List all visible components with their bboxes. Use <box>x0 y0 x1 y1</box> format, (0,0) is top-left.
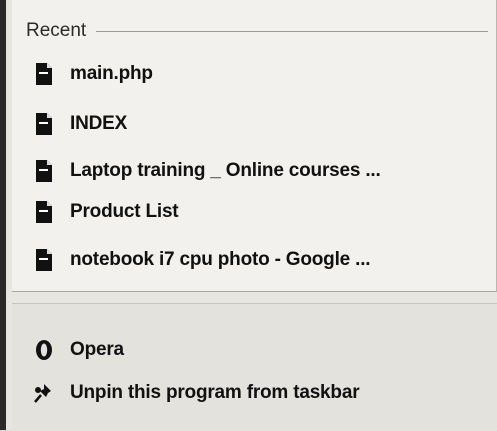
recent-item-index[interactable]: INDEX <box>32 108 127 140</box>
document-icon <box>32 248 56 272</box>
recent-pane: Recent main.php INDEX Laptop training _ … <box>12 0 497 292</box>
opera-label: Opera <box>70 339 124 360</box>
recent-item-label: Laptop training _ Online courses ... <box>70 160 381 181</box>
open-opera-item[interactable]: Opera <box>32 334 124 366</box>
recent-item-notebook-photo[interactable]: notebook i7 cpu photo - Google ... <box>32 244 371 276</box>
recent-header-label: Recent <box>26 20 87 41</box>
recent-section-header: Recent <box>26 18 488 44</box>
recent-item-label: Product List <box>70 201 179 222</box>
document-icon <box>32 112 56 136</box>
recent-item-label: INDEX <box>70 113 128 134</box>
jump-list: Recent main.php INDEX Laptop training _ … <box>0 0 497 431</box>
document-icon <box>32 200 56 224</box>
tasks-pane: Opera Unpin this program from taskbar <box>12 303 497 431</box>
recent-item-label: main.php <box>70 63 153 84</box>
recent-item-product-list[interactable]: Product List <box>32 196 179 228</box>
document-icon <box>32 159 56 183</box>
document-icon <box>32 62 56 86</box>
unpin-item[interactable]: Unpin this program from taskbar <box>32 377 360 409</box>
unpin-label: Unpin this program from taskbar <box>70 382 360 403</box>
opera-icon <box>32 338 56 362</box>
recent-item-laptop-training[interactable]: Laptop training _ Online courses ... <box>32 155 381 187</box>
recent-item-main-php[interactable]: main.php <box>32 58 153 90</box>
header-divider <box>96 30 488 32</box>
recent-item-label: notebook i7 cpu photo - Google ... <box>70 249 371 270</box>
unpin-icon <box>32 381 56 405</box>
